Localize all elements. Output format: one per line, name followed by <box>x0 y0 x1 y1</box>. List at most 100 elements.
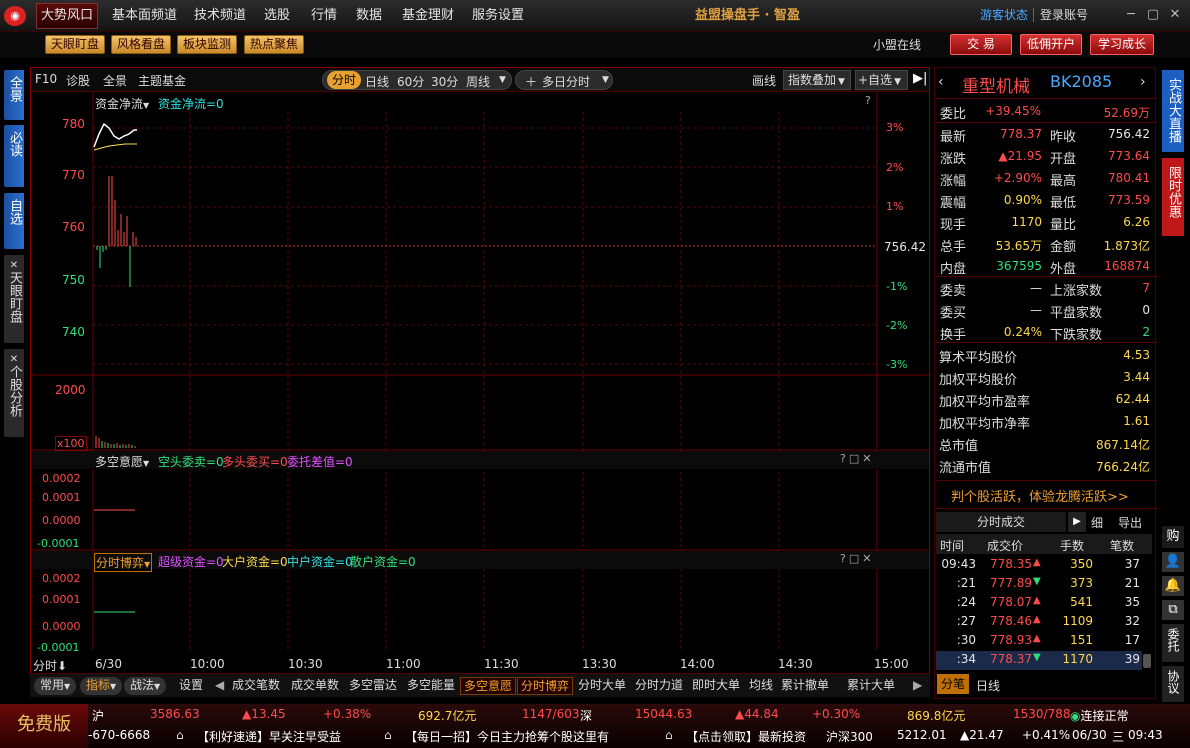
tab-daily[interactable]: 日线 <box>976 677 1000 694</box>
menu-fundamental[interactable]: 基本面频道 <box>112 0 177 32</box>
sector-monitor-button[interactable]: 板块监测 <box>177 35 238 54</box>
left-tab-favorites[interactable]: 自选 <box>4 193 24 249</box>
tab-instant-big[interactable]: 即时大单 <box>689 677 743 695</box>
tab-energy[interactable]: 多空能量 <box>404 677 458 695</box>
guest-status-link[interactable]: 游客状态 <box>980 0 1028 30</box>
promo-link[interactable]: 判个股活跃，体验龙腾活跃>> <box>951 486 1129 505</box>
menu-active[interactable]: 大势风口 <box>36 3 99 29</box>
period-30m[interactable]: 30分 <box>431 73 458 90</box>
close-icon[interactable]: ✕ <box>4 261 24 271</box>
stock-name: 重型机械 <box>962 77 1030 97</box>
news-item[interactable]: 【利好速递】早关注早受益 <box>197 728 341 745</box>
panel2-indicator[interactable]: 多空意愿▼ <box>95 453 149 470</box>
tianyan-button[interactable]: 天眼盯盘 <box>45 35 106 54</box>
add-favorite-dropdown[interactable]: +自选 ▼ <box>855 70 908 90</box>
style-view-button[interactable]: 风格看盘 <box>111 35 172 54</box>
period-60m[interactable]: 60分 <box>397 73 424 90</box>
time-axis-label[interactable]: 分时⬇ <box>33 657 67 674</box>
learn-button[interactable]: 学习成长 <box>1090 34 1154 55</box>
next-stock-icon[interactable]: › <box>1140 74 1146 90</box>
news-item[interactable]: 【每日一招】今日主力抢筹个股这里有 <box>405 728 609 745</box>
menu-settings[interactable]: 服务设置 <box>472 0 524 32</box>
quote-value: 2 <box>1142 325 1150 339</box>
play-icon[interactable]: ▶ <box>1068 512 1086 532</box>
strategy-dropdown[interactable]: 战法▼ <box>124 677 167 695</box>
free-version-badge[interactable]: 免费版 <box>0 704 88 748</box>
left-tab-must-read[interactable]: 必读 <box>4 125 24 187</box>
crop-icon[interactable]: ⧉ <box>1162 600 1184 620</box>
scroll-right-icon[interactable]: ▶ <box>910 677 925 695</box>
trade-button[interactable]: 交 易 <box>950 34 1012 55</box>
panel3-indicator[interactable]: 分时博弈▼ <box>94 553 153 572</box>
tab-cum-big[interactable]: 累计大单 <box>844 677 898 695</box>
menu-quotes[interactable]: 行情 <box>311 0 337 32</box>
chevron-down-icon[interactable]: ▼ <box>499 75 506 85</box>
right-tab-entrust[interactable]: 委托 <box>1162 624 1184 662</box>
draw-line-button[interactable]: 画线 <box>752 72 776 89</box>
menu-technical[interactable]: 技术频道 <box>194 0 246 32</box>
panel3-controls[interactable]: ?□✕ <box>840 552 874 565</box>
close-icon[interactable]: ✕ <box>4 355 24 365</box>
collapse-panel-icon[interactable]: ▶| <box>913 71 927 86</box>
menu-fund[interactable]: 基金理财 <box>402 0 454 32</box>
menu-data[interactable]: 数据 <box>356 0 382 32</box>
period-weekly[interactable]: 周线 <box>466 73 490 90</box>
trade-time: :21 <box>956 576 976 590</box>
tab-willingness[interactable]: 多空意愿 <box>460 677 517 695</box>
quote-value: 367595 <box>996 259 1042 273</box>
index-overlay-dropdown[interactable]: 指数叠加 ▼ <box>783 70 851 90</box>
period-intraday[interactable]: 分时 <box>327 71 362 89</box>
tab-force[interactable]: 分时力道 <box>632 677 686 695</box>
indicator-dropdown[interactable]: 指标▼ <box>80 677 123 695</box>
divider <box>935 480 1157 481</box>
tab-game[interactable]: 分时博弈 <box>517 677 574 695</box>
tab-cancel[interactable]: 累计撤单 <box>778 677 832 695</box>
divider <box>935 508 1157 509</box>
scrollbar-thumb[interactable] <box>1143 654 1151 668</box>
stat-value: 4.53 <box>1123 348 1150 362</box>
detail-button[interactable]: 细 <box>1091 514 1103 531</box>
news-item[interactable]: 【点击领取】最新投资 <box>686 728 806 745</box>
panel2-controls[interactable]: ?□✕ <box>840 452 874 465</box>
close-icon[interactable]: ✕ <box>1168 8 1182 22</box>
settings-tab[interactable]: 设置 <box>176 677 206 695</box>
quote-value: +2.90% <box>993 171 1042 185</box>
right-tab-live[interactable]: 实战大直播 <box>1162 70 1184 152</box>
bell-icon[interactable]: 🔔 <box>1162 576 1184 596</box>
left-tab-tianyan[interactable]: ✕ 天眼盯盘 <box>4 255 24 343</box>
prev-stock-icon[interactable]: ‹ <box>938 74 944 90</box>
quote-value: 0.24% <box>1003 325 1042 339</box>
left-tab-panorama[interactable]: 全景 <box>4 70 24 120</box>
period-daily[interactable]: 日线 <box>365 73 389 90</box>
tab-ma[interactable]: 均线 <box>746 677 776 695</box>
hot-focus-button[interactable]: 热点聚焦 <box>244 35 305 54</box>
left-tab-stock-analysis[interactable]: ✕ 个股分析 <box>4 349 24 437</box>
theme-fund-button[interactable]: 主题基金 <box>138 72 186 89</box>
login-link[interactable]: 登录账号 <box>1040 0 1088 30</box>
menu-stock-picking[interactable]: 选股 <box>264 0 290 32</box>
open-account-button[interactable]: 低佣开户 <box>1020 34 1082 55</box>
user-icon[interactable]: 👤 <box>1162 552 1184 572</box>
multi-day-selector[interactable]: ＋ 多日分时 ▼ <box>515 70 613 90</box>
export-button[interactable]: 导出 <box>1118 514 1142 531</box>
connection-status[interactable]: ◉连接正常 <box>1070 707 1129 724</box>
tab-big-order[interactable]: 分时大单 <box>575 677 629 695</box>
right-tab-promo[interactable]: 限时优惠 <box>1162 158 1184 236</box>
panorama-button[interactable]: 全景 <box>103 72 127 89</box>
online-assistant-link[interactable]: 小盟在线 <box>873 36 921 53</box>
fund-flow-indicator[interactable]: 资金净流▼ <box>95 95 149 112</box>
diagnose-button[interactable]: 诊股 <box>66 72 90 89</box>
stat-label: 算术平均股价 <box>939 351 1018 366</box>
scroll-left-icon[interactable]: ◀ <box>212 677 227 695</box>
f10-button[interactable]: F10 <box>35 72 57 86</box>
common-dropdown[interactable]: 常用▼ <box>34 677 77 695</box>
maximize-icon[interactable]: ▢ <box>1146 8 1160 22</box>
tab-trade-count[interactable]: 成交笔数 <box>229 677 283 695</box>
tab-radar[interactable]: 多空雷达 <box>346 677 400 695</box>
right-tab-protocol[interactable]: 协议 <box>1162 666 1184 702</box>
tab-tick-trades[interactable]: 分笔 <box>937 674 969 694</box>
tab-order-count[interactable]: 成交单数 <box>288 677 342 695</box>
help-icon[interactable]: ? <box>865 94 871 107</box>
right-tab-buy[interactable]: 购 <box>1162 526 1184 548</box>
minimize-icon[interactable]: ─ <box>1124 8 1138 22</box>
